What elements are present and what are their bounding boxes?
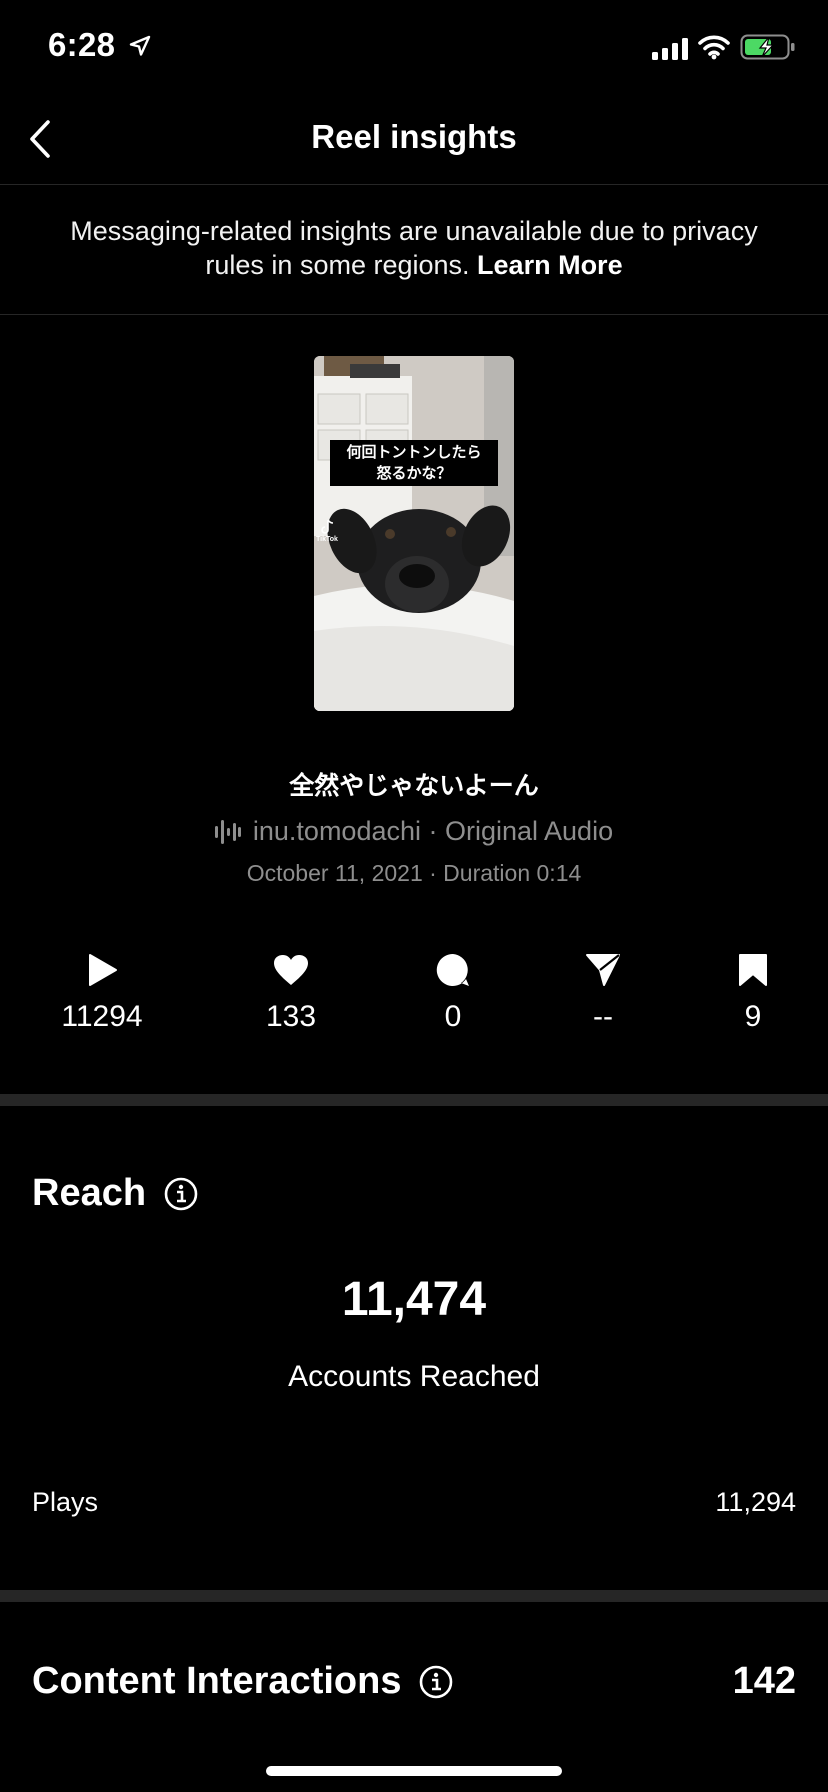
section-divider bbox=[0, 1590, 828, 1602]
stat-plays: 11294 bbox=[32, 950, 172, 1034]
privacy-notice: Messaging-related insights are unavailab… bbox=[60, 214, 768, 282]
stat-value: 11294 bbox=[61, 1000, 143, 1033]
stat-saves: 9 bbox=[683, 950, 823, 1034]
reel-meta: October 11, 2021 · Duration 0:14 bbox=[246, 860, 582, 886]
wifi-icon bbox=[698, 34, 730, 65]
notice-text: Messaging-related insights are unavailab… bbox=[70, 216, 758, 280]
content-interactions-header: Content Interactions bbox=[32, 1660, 453, 1703]
thumbnail-caption: 何回トントンしたら 怒るかな？ bbox=[330, 440, 498, 486]
heart-icon bbox=[273, 950, 309, 990]
stat-comments: 0 bbox=[383, 950, 523, 1034]
comment-icon bbox=[435, 950, 471, 990]
info-icon[interactable] bbox=[419, 1665, 453, 1699]
accounts-reached-value: 11,474 bbox=[341, 1273, 487, 1326]
section-divider bbox=[0, 1094, 828, 1106]
content-interactions-value: 142 bbox=[732, 1660, 796, 1702]
reach-title: Reach bbox=[32, 1172, 147, 1214]
plays-value: 11,294 bbox=[715, 1487, 796, 1517]
learn-more-link[interactable]: Learn More bbox=[477, 250, 623, 280]
play-icon bbox=[85, 950, 119, 990]
caption-line: 何回トントンしたら bbox=[346, 443, 482, 461]
content-interactions-title: Content Interactions bbox=[32, 1660, 402, 1702]
page-title: Reel insights bbox=[311, 118, 517, 155]
share-icon bbox=[585, 950, 621, 990]
tiktok-watermark: TikTok bbox=[316, 536, 338, 543]
bookmark-icon bbox=[738, 950, 768, 990]
dog-photo bbox=[314, 356, 514, 711]
plays-label: Plays bbox=[32, 1487, 99, 1517]
notice-divider bbox=[0, 314, 828, 315]
battery-charging-icon bbox=[740, 34, 796, 65]
location-arrow-icon bbox=[128, 34, 152, 63]
audio-info[interactable]: inu.tomodachi · Original Audio bbox=[0, 816, 828, 847]
reel-thumbnail[interactable]: TikTok 何回トントンしたら 怒るかな？ bbox=[314, 356, 514, 711]
stat-value: -- bbox=[593, 1000, 613, 1033]
reel-title: 全然やじゃないよーん bbox=[289, 771, 539, 800]
home-indicator[interactable] bbox=[266, 1766, 562, 1776]
header-divider bbox=[0, 184, 828, 185]
stat-shares: -- bbox=[533, 950, 673, 1034]
stat-value: 0 bbox=[444, 1000, 462, 1033]
audio-waveform-icon bbox=[214, 819, 241, 844]
stat-value: 9 bbox=[744, 1000, 762, 1033]
audio-label: inu.tomodachi · Original Audio bbox=[252, 816, 614, 846]
reach-section-header: Reach bbox=[32, 1172, 198, 1215]
stat-likes: 133 bbox=[221, 950, 361, 1034]
caption-line: 怒るかな？ bbox=[376, 464, 452, 482]
accounts-reached-label: Accounts Reached bbox=[288, 1360, 540, 1393]
stat-value: 133 bbox=[265, 1000, 317, 1033]
status-time: 6:28 bbox=[48, 26, 116, 63]
cellular-signal-icon bbox=[652, 38, 690, 65]
info-icon[interactable] bbox=[164, 1177, 198, 1211]
